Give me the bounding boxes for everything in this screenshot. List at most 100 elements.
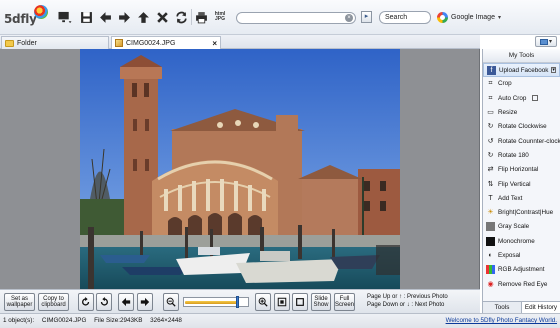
zoom-in-button[interactable] xyxy=(255,293,271,311)
chevron-down-icon: ▾ xyxy=(497,15,501,21)
copy-clipboard-button[interactable]: Copy to clipboard xyxy=(38,293,69,311)
arrow-right-icon xyxy=(118,11,130,23)
clear-icon[interactable]: × xyxy=(345,14,353,22)
close-icon[interactable]: × xyxy=(212,39,217,48)
tab-image-label: CIMG0024.JPG xyxy=(126,39,176,47)
checkbox-icon[interactable] xyxy=(532,95,539,102)
tool-label: RGB Adjustment xyxy=(498,266,545,274)
tool-item[interactable]: f Upload Facebook ▾ xyxy=(483,63,560,78)
refresh-button[interactable] xyxy=(174,10,188,24)
tab-image[interactable]: CIMG0024.JPG × xyxy=(111,36,221,49)
status-objects: 1 object(s): xyxy=(3,317,35,324)
hint-previous: Page Up or ↑ : Previous Photo xyxy=(367,294,448,300)
rotate-180-icon: ↻ xyxy=(487,151,494,159)
crop-icon: ⌗ xyxy=(488,80,493,88)
zoom-slider-fill xyxy=(185,301,237,304)
tab-tools[interactable]: Tools xyxy=(483,302,522,313)
fullscreen-button[interactable]: Full Screen xyxy=(334,293,355,311)
tab-folder[interactable]: Folder xyxy=(1,36,109,49)
back-button[interactable] xyxy=(98,10,112,24)
folder-icon xyxy=(5,39,14,47)
tool-item[interactable]: ⇄ Flip Horizontal xyxy=(483,163,560,177)
tool-label: Bright|Contrast|Hue xyxy=(498,209,554,217)
photo-display[interactable] xyxy=(80,49,400,289)
tool-item[interactable]: ◉ Remove Red Eye xyxy=(483,277,560,291)
tool-item[interactable]: ↺ Rotate Counnter-clockwise xyxy=(483,134,560,148)
tool-item[interactable]: Gray Scale xyxy=(483,220,560,234)
grayscale-icon xyxy=(486,222,495,232)
tool-item[interactable]: ↻ Rotate Clockwise xyxy=(483,120,560,134)
refresh-icon xyxy=(175,11,187,23)
tool-label: Flip Vertical xyxy=(498,180,531,188)
view-mode-button[interactable] xyxy=(56,10,74,24)
tool-label: Flip Horizontal xyxy=(498,166,539,174)
options-icon[interactable]: ▾ xyxy=(551,67,556,74)
tool-label: Gray Scale xyxy=(498,223,530,231)
printer-icon xyxy=(195,11,207,23)
html-export-icon: html JPG xyxy=(214,11,226,22)
stop-button[interactable] xyxy=(155,10,169,24)
zoom-slider[interactable] xyxy=(183,296,249,308)
hint-next: Page Down or ↓ : Next Photo xyxy=(367,302,445,308)
export-html-button[interactable]: html JPG xyxy=(212,10,228,24)
up-button[interactable] xyxy=(136,10,150,24)
close-x-icon xyxy=(156,11,168,23)
tool-item[interactable]: Monochrome xyxy=(483,235,560,249)
monochrome-icon xyxy=(486,236,495,246)
tool-item[interactable]: ⌗ Auto Crop xyxy=(483,92,560,106)
tool-item[interactable]: ⌗ Crop xyxy=(483,77,560,91)
set-wallpaper-button[interactable]: Set as wallpaper xyxy=(4,293,35,311)
zoom-out-button[interactable] xyxy=(163,293,179,311)
rotate-left-button[interactable] xyxy=(78,293,94,311)
arrow-right-icon xyxy=(140,297,150,307)
navigation-hints: Page Up or ↑ : Previous Photo Page Down … xyxy=(367,293,448,309)
tab-folder-label: Folder xyxy=(17,39,37,47)
fit-window-button[interactable] xyxy=(274,293,290,311)
tool-label: Upload Facebook xyxy=(499,66,549,74)
address-input[interactable]: × xyxy=(236,12,356,24)
tool-label: Remove Red Eye xyxy=(498,280,548,288)
auto-crop-icon: ⌗ xyxy=(488,94,493,102)
actual-size-button[interactable] xyxy=(292,293,308,311)
save-button[interactable] xyxy=(79,10,93,24)
chevron-down-icon: ▾ xyxy=(548,39,552,45)
welcome-link[interactable]: Welcome to 5Dfly Photo Fantacy World. xyxy=(446,314,557,328)
viewer-controls: Set as wallpaper Copy to clipboard Slide… xyxy=(0,289,480,313)
previous-photo-button[interactable] xyxy=(118,293,134,311)
fit-window-icon xyxy=(277,297,287,307)
tool-item[interactable]: T Add Text xyxy=(483,192,560,206)
go-button[interactable]: ▸ xyxy=(361,11,372,23)
red-eye-icon: ◉ xyxy=(487,280,494,288)
print-button[interactable] xyxy=(194,10,208,24)
rgb-icon xyxy=(486,265,495,275)
zoom-out-icon xyxy=(166,297,176,307)
play-icon: ▸ xyxy=(364,13,369,20)
tool-item[interactable]: ↻ Rotate 180 xyxy=(483,149,560,163)
toolbar-separator xyxy=(191,9,192,25)
rotate-left-icon xyxy=(82,297,90,306)
panel-toggle-button[interactable]: ▾ xyxy=(535,36,557,47)
zoom-in-icon xyxy=(258,297,268,307)
exposure-icon: ◐ xyxy=(488,252,493,259)
next-photo-button[interactable] xyxy=(137,293,153,311)
church-photo xyxy=(80,49,400,289)
search-engine-select[interactable]: Google Image ▾ xyxy=(437,11,501,24)
tool-item[interactable]: ⇅ Flip Vertical xyxy=(483,177,560,191)
tab-edit-history[interactable]: Edit History xyxy=(522,302,560,313)
status-bar: 1 object(s): CIMG0024.JPG File Size:2943… xyxy=(0,313,560,328)
search-input[interactable]: Search xyxy=(379,11,431,24)
rotate-cw-icon: ↻ xyxy=(487,123,494,131)
tool-item[interactable]: RGB Adjustment xyxy=(483,263,560,277)
tool-item[interactable]: ☀ Bright|Contrast|Hue xyxy=(483,206,560,220)
rotate-right-button[interactable] xyxy=(96,293,112,311)
tool-item[interactable]: ▭ Resize xyxy=(483,106,560,120)
zoom-slider-thumb[interactable] xyxy=(236,296,239,308)
panel-title: My Tools xyxy=(483,49,560,63)
forward-button[interactable] xyxy=(117,10,131,24)
tool-item[interactable]: ◐ Exposal xyxy=(483,249,560,263)
slideshow-button[interactable]: Slide Show xyxy=(311,293,331,311)
monitor-icon xyxy=(58,11,72,23)
search-engine-label: Google Image xyxy=(451,14,495,21)
status-filesize: File Size:2943KB xyxy=(94,317,143,324)
arrow-up-icon xyxy=(137,11,149,23)
